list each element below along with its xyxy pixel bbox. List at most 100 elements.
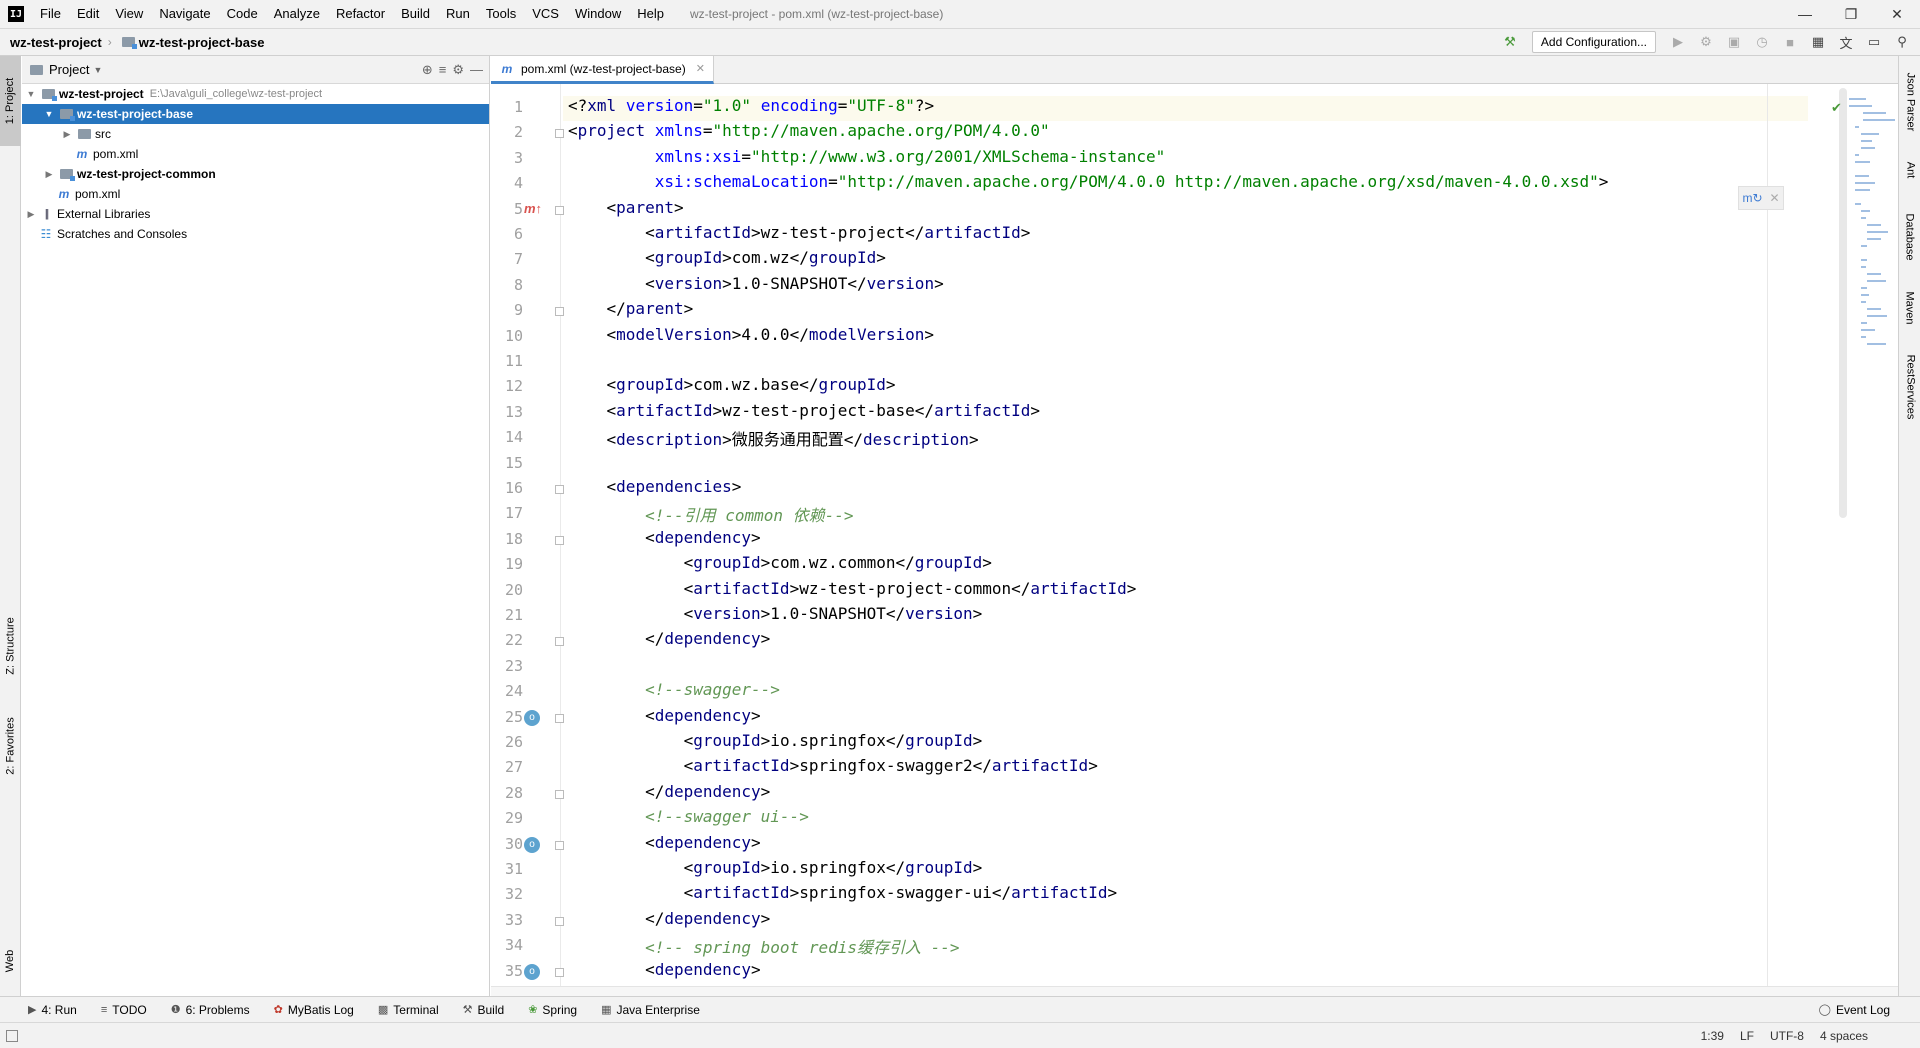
- breadcrumb-project[interactable]: wz-test-project: [0, 35, 108, 50]
- menu-analyze[interactable]: Analyze: [266, 0, 328, 28]
- tab-maven[interactable]: Maven: [1899, 280, 1920, 336]
- debug-icon[interactable]: ⚙: [1694, 31, 1718, 53]
- code-line[interactable]: </dependency>: [568, 629, 770, 654]
- run-icon[interactable]: ▶: [1666, 31, 1690, 53]
- collapsed-arrow-icon[interactable]: ▶: [42, 169, 56, 180]
- close-icon[interactable]: ✕: [1874, 0, 1920, 28]
- code-line[interactable]: <!--引用 common 依赖-->: [568, 502, 854, 527]
- fold-marker-icon[interactable]: [555, 713, 564, 723]
- file-encoding[interactable]: UTF-8: [1770, 1029, 1804, 1043]
- code-line[interactable]: <groupId>io.springfox</groupId>: [568, 731, 983, 756]
- code-line[interactable]: </dependency>: [568, 782, 770, 807]
- expanded-arrow-icon[interactable]: ▼: [24, 89, 38, 99]
- dependency-gutter-icon[interactable]: o: [524, 963, 540, 980]
- tab-database[interactable]: Database: [1899, 200, 1920, 274]
- search-icon[interactable]: ⚲: [1890, 31, 1914, 53]
- close-icon[interactable]: ✕: [696, 62, 705, 75]
- tree-node-external-libraries[interactable]: ▶ ||| External Libraries: [22, 204, 489, 224]
- tree-node-scratches[interactable]: ☷ Scratches and Consoles: [22, 224, 489, 244]
- collapse-all-icon[interactable]: ≡: [439, 62, 447, 78]
- code-line[interactable]: xsi:schemaLocation="http://maven.apache.…: [568, 172, 1609, 197]
- tool-run[interactable]: ▶ 4: Run: [28, 1003, 77, 1017]
- dependency-gutter-icon[interactable]: o: [524, 709, 540, 726]
- caret-position[interactable]: 1:39: [1701, 1029, 1724, 1043]
- profile-icon[interactable]: ◷: [1750, 31, 1774, 53]
- layout-icon[interactable]: ▭: [1862, 31, 1886, 53]
- maven-reload-icon[interactable]: m↻: [1742, 191, 1762, 205]
- project-structure-icon[interactable]: ▦: [1806, 31, 1830, 53]
- collapsed-arrow-icon[interactable]: ▶: [24, 209, 38, 220]
- tool-spring[interactable]: ❀ Spring: [528, 1003, 577, 1017]
- code-line[interactable]: <version>1.0-SNAPSHOT</version>: [568, 604, 983, 629]
- menu-edit[interactable]: Edit: [69, 0, 107, 28]
- fold-marker-icon[interactable]: [555, 789, 564, 799]
- hide-panel-icon[interactable]: —: [470, 62, 483, 78]
- code-line[interactable]: <dependencies>: [568, 477, 742, 502]
- code-line[interactable]: <groupId>com.wz.base</groupId>: [568, 375, 896, 400]
- toggle-tool-windows-icon[interactable]: [6, 1029, 18, 1042]
- tab-favorites[interactable]: 2: Favorites: [0, 696, 21, 796]
- tab-pom-xml[interactable]: m pom.xml (wz-test-project-base) ✕: [491, 56, 714, 84]
- parent-pom-gutter-icon[interactable]: m↑: [524, 201, 542, 216]
- fold-marker-icon[interactable]: [555, 967, 564, 977]
- code-line[interactable]: <dependency>: [568, 833, 761, 858]
- code-line[interactable]: <artifactId>wz-test-project-base</artifa…: [568, 401, 1041, 426]
- restore-icon[interactable]: ❐: [1828, 0, 1874, 28]
- menu-vcs[interactable]: VCS: [524, 0, 567, 28]
- menu-refactor[interactable]: Refactor: [328, 0, 393, 28]
- fold-marker-icon[interactable]: [555, 916, 564, 926]
- horizontal-scrollbar[interactable]: [491, 986, 1898, 996]
- build-hammer-icon[interactable]: ⚒: [1498, 31, 1522, 53]
- fold-marker-icon[interactable]: [555, 485, 564, 494]
- tool-build[interactable]: ⚒ Build: [463, 1003, 505, 1017]
- tab-ant[interactable]: Ant: [1899, 148, 1920, 192]
- menu-run[interactable]: Run: [438, 0, 478, 28]
- close-icon[interactable]: ✕: [1769, 191, 1779, 205]
- breadcrumb-module[interactable]: wz-test-project-base: [112, 35, 271, 50]
- project-view-selector[interactable]: Project: [49, 62, 89, 77]
- menu-navigate[interactable]: Navigate: [151, 0, 218, 28]
- code-line[interactable]: <groupId>io.springfox</groupId>: [568, 858, 983, 883]
- code-line[interactable]: xmlns:xsi="http://www.w3.org/2001/XMLSch…: [568, 147, 1166, 172]
- fold-marker-icon[interactable]: [555, 129, 564, 139]
- fold-marker-icon[interactable]: [555, 840, 564, 850]
- code-line[interactable]: <parent>: [568, 198, 684, 223]
- fold-marker-icon[interactable]: [555, 307, 564, 317]
- menu-window[interactable]: Window: [567, 0, 629, 28]
- collapsed-arrow-icon[interactable]: ▶: [60, 129, 74, 140]
- translate-icon[interactable]: 文: [1834, 31, 1858, 53]
- tree-node-root-pom[interactable]: m pom.xml: [22, 184, 489, 204]
- expanded-arrow-icon[interactable]: ▼: [42, 109, 56, 119]
- tool-terminal[interactable]: ▩ Terminal: [378, 1003, 439, 1017]
- code-line[interactable]: <dependency>: [568, 528, 761, 553]
- indent-setting[interactable]: 4 spaces: [1820, 1029, 1868, 1043]
- tool-event-log[interactable]: ◯ Event Log: [1819, 1003, 1890, 1017]
- code-area[interactable]: 1 2 3 4 5 m↑ 6 7 8 9 10 11 12 13 14 15 16 17 18 19 20 21 22 23 2…: [491, 84, 1898, 996]
- tool-problems[interactable]: ❶ 6: Problems: [171, 1003, 250, 1017]
- tool-mybatis-log[interactable]: ✿ MyBatis Log: [274, 1003, 354, 1017]
- tab-project[interactable]: 1: Project: [0, 56, 21, 146]
- tool-java-enterprise[interactable]: ▦ Java Enterprise: [601, 1003, 700, 1017]
- tab-web[interactable]: Web: [0, 936, 21, 986]
- dependency-gutter-icon[interactable]: o: [524, 836, 540, 853]
- code-line[interactable]: <artifactId>wz-test-project-common</arti…: [568, 579, 1137, 604]
- chevron-down-icon[interactable]: ▼: [93, 65, 102, 75]
- tab-structure[interactable]: Z: Structure: [0, 596, 21, 696]
- code-line[interactable]: <description>微服务通用配置</description>: [568, 426, 979, 451]
- tree-node-root[interactable]: ▼ wz-test-project E:\Java\guli_college\w…: [22, 84, 489, 104]
- menu-code[interactable]: Code: [219, 0, 266, 28]
- code-line[interactable]: </dependency>: [568, 909, 770, 934]
- fold-marker-icon[interactable]: [555, 637, 564, 647]
- code-line[interactable]: <groupId>com.wz</groupId>: [568, 248, 886, 273]
- code-line[interactable]: <!--swagger-->: [568, 680, 780, 705]
- minimize-icon[interactable]: —: [1782, 0, 1828, 28]
- vertical-scrollbar[interactable]: [1839, 88, 1847, 518]
- tree-node-common-module[interactable]: ▶ wz-test-project-common: [22, 164, 489, 184]
- code-line[interactable]: <!--swagger ui-->: [568, 807, 809, 832]
- code-minimap[interactable]: [1849, 98, 1897, 358]
- code-line[interactable]: <artifactId>wz-test-project</artifactId>: [568, 223, 1030, 248]
- code-line[interactable]: <modelVersion>4.0.0</modelVersion>: [568, 325, 935, 350]
- tab-rest-services[interactable]: RestServices: [1899, 344, 1920, 430]
- locate-file-icon[interactable]: ⊕: [422, 62, 433, 78]
- menu-tools[interactable]: Tools: [478, 0, 524, 28]
